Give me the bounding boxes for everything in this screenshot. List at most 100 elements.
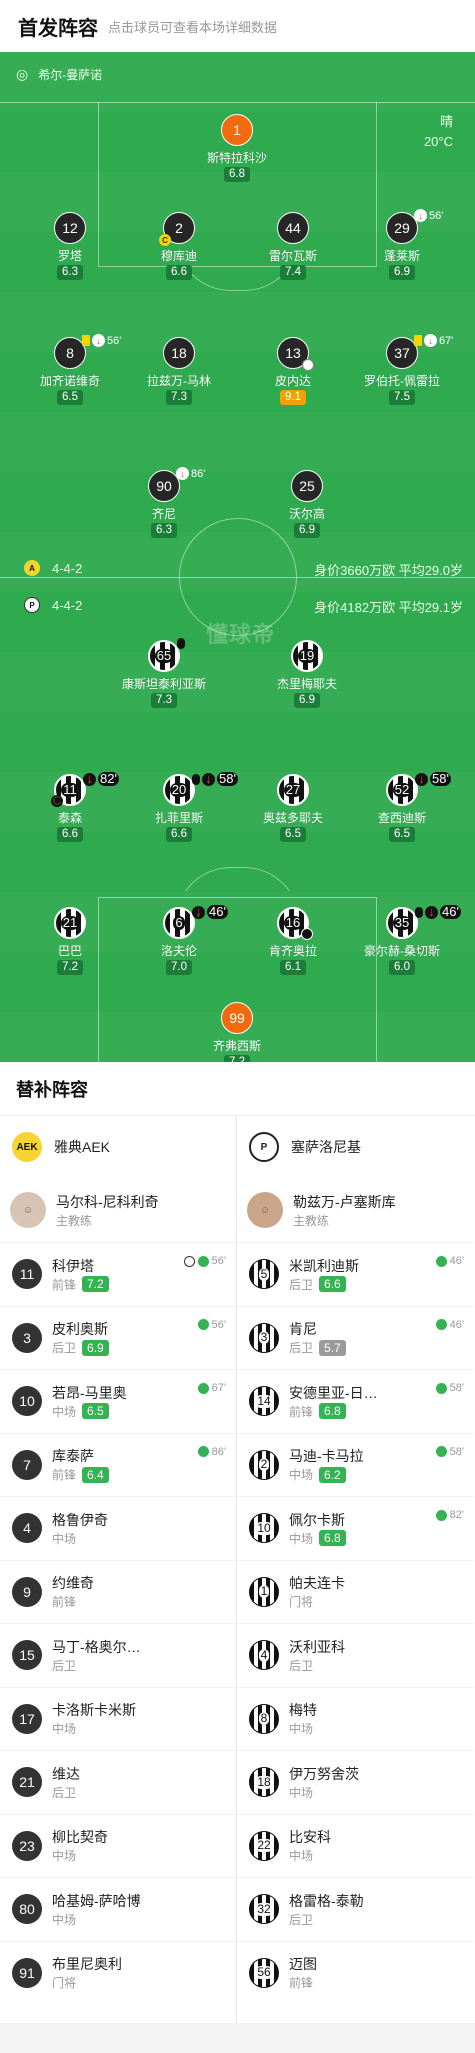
sub-player-position: 前锋 (52, 1595, 77, 1610)
away-player[interactable]: 27 奥兹多耶夫 6.5 (238, 774, 348, 842)
sub-player-row[interactable]: 10 若昂-马里奥 中场 6.5 67' (0, 1369, 236, 1433)
sub-minute: 86' (191, 467, 206, 480)
player-rating: 7.5 (389, 390, 415, 405)
sub-player-row[interactable]: 10 佩尔卡斯 中场 6.8 82' (237, 1496, 474, 1560)
sub-player-row[interactable]: 21 维达 后卫 (0, 1750, 236, 1814)
home-team-row[interactable]: AEK 雅典AEK (0, 1116, 236, 1178)
player-rating: 9.1 (280, 390, 306, 405)
sub-number-badge: 8 (249, 1703, 279, 1734)
away-player[interactable]: 16 肯齐奥拉 6.1 (238, 907, 348, 975)
player-name: 洛夫伦 (160, 944, 197, 958)
player-name: 皮内达 (274, 374, 311, 388)
home-player[interactable]: 44 雷尔瓦斯 7.4 (238, 212, 348, 280)
sub-player-position: 前锋 6.8 (289, 1403, 378, 1420)
home-player[interactable]: 12 罗塔 6.3 (15, 212, 125, 280)
home-player[interactable]: 29 ↓ 56' 蓬莱斯 6.9 (347, 209, 457, 280)
sub-player-row[interactable]: 11 科伊塔 前锋 7.2 56' (0, 1242, 236, 1306)
home-coach[interactable]: ☺ 马尔科-尼科利奇 主教练 (0, 1178, 236, 1242)
away-player[interactable]: 65 康斯坦泰利亚斯 7.3 (109, 638, 219, 708)
sub-player-row[interactable]: 32 格雷格-泰勒 后卫 (237, 1877, 474, 1941)
home-player[interactable]: 37 ↓ 67' 罗伯托-佩雷拉 7.5 (347, 334, 457, 405)
sub-player-row[interactable]: 5 米凯利迪斯 后卫 6.6 46' (237, 1242, 474, 1306)
sub-player-name: 马迪-卡马拉 (289, 1448, 364, 1465)
sub-player-row[interactable]: 15 马丁-格奥尔… 后卫 (0, 1623, 236, 1687)
home-player[interactable]: 25 沃尔高 6.9 (252, 470, 362, 538)
home-player[interactable]: 90 ↓ 86' 齐尼 6.3 (109, 467, 219, 538)
sub-player-row[interactable]: 2 马迪-卡马拉 中场 6.2 58' (237, 1432, 474, 1497)
sub-player-row[interactable]: 3 皮利奥斯 后卫 6.9 56' (0, 1305, 236, 1370)
home-player[interactable]: 1 斯特拉科沙 6.8 (182, 114, 292, 182)
sub-player-position: 中场 (289, 1785, 314, 1800)
sub-player-row[interactable]: 91 布里尼奥利 门将 (0, 1940, 236, 2005)
player-name: 雷尔瓦斯 (268, 249, 317, 263)
sub-player-name: 柳比契奇 (52, 1829, 108, 1846)
sub-player-row[interactable]: 8 梅特 中场 (237, 1686, 474, 1751)
away-player[interactable]: 52 ↓ 58' 查西迪斯 6.5 (347, 772, 457, 842)
home-player[interactable]: 2 C 穆库迪 6.6 (124, 212, 234, 280)
sub-player-name: 肯尼 (289, 1321, 317, 1338)
away-player[interactable]: 6 ↓ 46' 洛夫伦 7.0 (124, 905, 234, 975)
sub-out-icon: ↓ (414, 209, 427, 222)
sub-player-row[interactable]: 56 迈图 前锋 (237, 1940, 474, 2005)
player-rating: 6.8 (224, 167, 250, 182)
venue-name: 希尔-曼萨诺 (38, 68, 103, 82)
sub-player-position: 前锋 (289, 1976, 314, 1991)
sub-player-row[interactable]: 17 卡洛斯卡米斯 中场 (0, 1686, 236, 1751)
subs-columns: AEK 雅典AEK ☺ 马尔科-尼科利奇 主教练 11 科伊塔 前锋 7.2 56' 3 皮… (0, 1116, 475, 2023)
away-team-row[interactable]: P 塞萨洛尼基 (237, 1116, 474, 1178)
home-player[interactable]: 8 ↓ 56' 加齐诺维奇 6.5 (15, 334, 125, 405)
sub-player-position: 中场 6.8 (289, 1530, 346, 1547)
sub-in-icon (197, 1382, 209, 1394)
player-number-badge: 8 ↓ 56' (54, 334, 121, 369)
player-rating: 6.0 (389, 960, 415, 975)
home-player[interactable]: 18 拉兹万-马林 7.3 (124, 337, 234, 405)
away-player[interactable]: 20 ↓ 58' 扎菲里斯 6.6 (124, 772, 238, 842)
sub-player-name: 马丁-格奥尔… (52, 1638, 141, 1655)
sub-number-badge: 10 (249, 1513, 279, 1544)
home-player[interactable]: 13 皮内达 9.1 (238, 337, 348, 405)
player-number-badge: 27 (277, 774, 309, 806)
sub-player-row[interactable]: 7 库泰萨 前锋 6.4 86' (0, 1432, 236, 1497)
sub-player-name: 哈基姆-萨哈博 (52, 1892, 141, 1909)
sub-player-row[interactable]: 18 伊万努舍茨 中场 (237, 1750, 474, 1814)
sub-player-row[interactable]: 22 比安科 中场 (237, 1813, 474, 1878)
sub-player-row[interactable]: 23 柳比契奇 中场 (0, 1813, 236, 1878)
away-formation: 4-4-2 (52, 597, 83, 613)
sub-player-name: 佩尔卡斯 (289, 1511, 345, 1528)
sub-player-name: 迈图 (289, 1956, 317, 1973)
away-player[interactable]: 11 C ↓ 82' 泰森 6.6 (15, 771, 125, 842)
away-coach[interactable]: ☺ 勒兹万-卢塞斯库 主教练 (237, 1178, 474, 1242)
sub-in-icon (197, 1446, 209, 1457)
player-name: 蓬莱斯 (383, 249, 420, 263)
player-rating: 7.2 (224, 1055, 250, 1062)
sub-player-name: 卡洛斯卡米斯 (52, 1702, 136, 1719)
away-player[interactable]: 19 杰里梅耶夫 6.9 (252, 640, 362, 708)
player-name: 泰森 (57, 811, 82, 825)
sub-player-row[interactable]: 80 哈基姆-萨哈博 中场 (0, 1877, 236, 1941)
player-name: 扎菲里斯 (154, 811, 203, 825)
sub-player-row[interactable]: 9 约维奇 前锋 (0, 1559, 236, 1624)
sub-player-row[interactable]: 1 帕夫连卡 门将 (237, 1559, 474, 1624)
sub-rating: 6.8 (319, 1403, 346, 1420)
away-player[interactable]: 21 巴巴 7.2 (15, 907, 125, 975)
sub-number-badge: 4 (249, 1640, 279, 1671)
player-number-badge: 99 (221, 1002, 253, 1034)
player-rating: 6.6 (166, 265, 192, 280)
sub-player-row[interactable]: 3 肯尼 后卫 5.7 46' (237, 1305, 474, 1370)
sub-player-row[interactable]: 4 格鲁伊奇 中场 (0, 1496, 236, 1560)
sub-number-badge: 80 (12, 1894, 42, 1925)
player-name: 巴巴 (57, 944, 82, 958)
away-player[interactable]: 99 齐弗西斯 7.2 (182, 1002, 292, 1062)
player-number-badge: 90 ↓ 86' (148, 467, 205, 502)
sub-player-row[interactable]: 4 沃利亚科 后卫 (237, 1623, 474, 1687)
sub-minute: 58' (217, 771, 238, 786)
sub-event: 58' (435, 1446, 464, 1458)
player-number-badge: 11 C ↓ 82' (51, 771, 119, 808)
sub-player-position: 前锋 6.4 (52, 1466, 109, 1483)
lineup-header: 首发阵容 点击球员可查看本场详细数据 (0, 0, 475, 52)
player-events: ↓ 67' (414, 334, 453, 347)
sub-player-row[interactable]: 14 安德里亚-日… 前锋 6.8 58' (237, 1369, 474, 1433)
sub-rating: 5.7 (319, 1339, 346, 1356)
sub-in-icon (435, 1319, 447, 1330)
away-player[interactable]: 35 ↓ 46' 豪尔赫-桑切斯 6.0 (347, 905, 461, 975)
